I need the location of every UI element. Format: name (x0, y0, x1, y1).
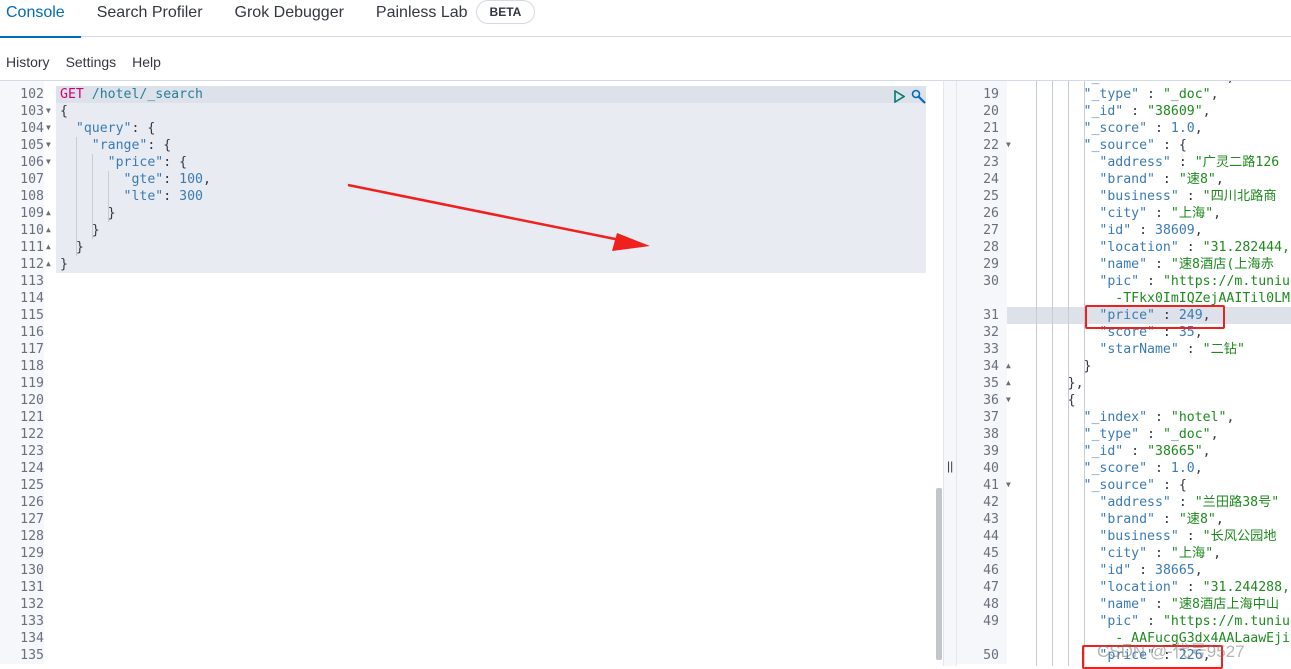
annotation-arrow (347, 183, 650, 251)
watermark: CSDN @-代号9527 (1097, 642, 1245, 661)
arrow-head (612, 233, 650, 251)
price-highlight-box (1085, 305, 1225, 329)
arrow-shaft (347, 183, 626, 243)
